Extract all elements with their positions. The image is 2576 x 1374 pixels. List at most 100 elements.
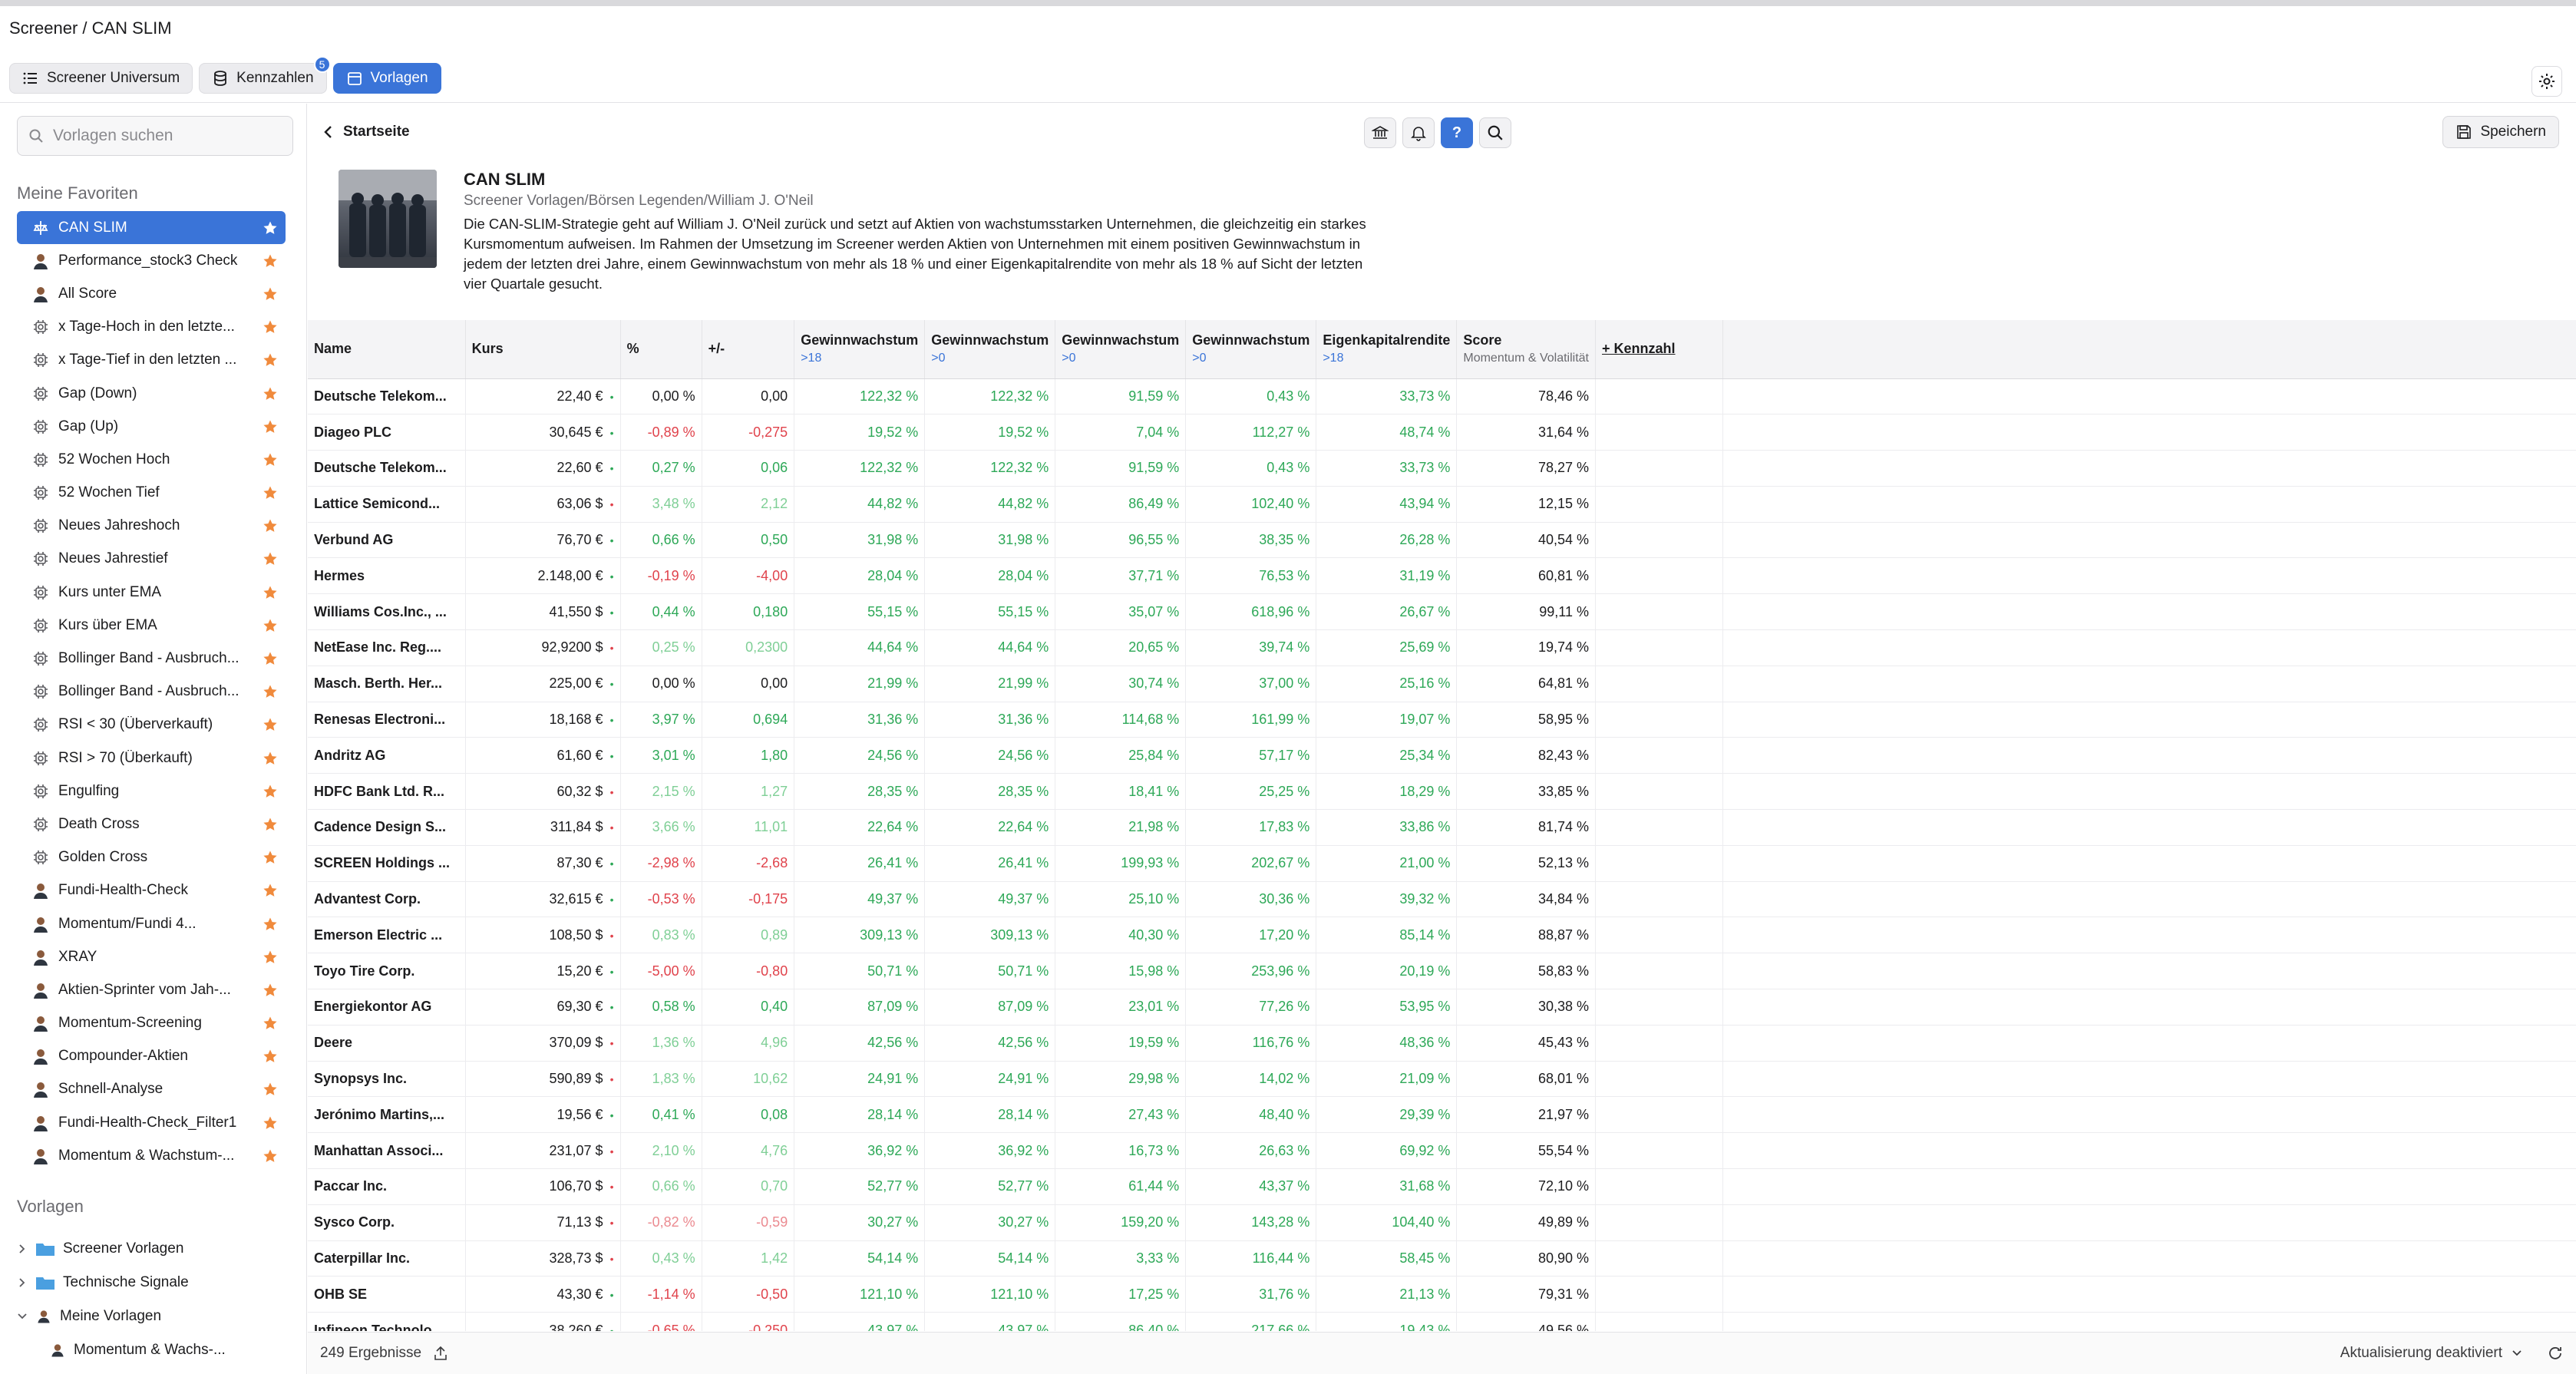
star-icon[interactable]	[263, 585, 278, 600]
star-icon[interactable]	[263, 1016, 278, 1031]
favorite-item[interactable]: XRAY	[17, 940, 286, 973]
star-icon[interactable]	[263, 950, 278, 965]
cell-name[interactable]: Synopsys Inc.	[308, 1061, 466, 1098]
table-row[interactable]: Diageo PLC 30,645 € • -0,89 % -0,275 19,52 % 1…	[308, 414, 2576, 451]
table-row[interactable]: Lattice Semicond... 63,06 $ • 3,48 % 2,12 44,…	[308, 486, 2576, 523]
favorite-item[interactable]: Compounder-Aktien	[17, 1040, 286, 1073]
star-icon[interactable]	[263, 319, 278, 335]
table-row[interactable]: SCREEN Holdings ... 87,30 € • -2,98 % -2,68 2…	[308, 845, 2576, 882]
back-link[interactable]: Startseite	[323, 124, 410, 140]
cell-name[interactable]: Infineon Technolo...	[308, 1312, 466, 1331]
table-row[interactable]: Masch. Berth. Her... 225,00 € • 0,00 % 0,00 2…	[308, 666, 2576, 702]
column-header[interactable]: + Kennzahl	[1595, 320, 1724, 379]
star-icon[interactable]	[263, 651, 278, 666]
favorite-item[interactable]: Performance_stock3 Check	[17, 244, 286, 277]
table-row[interactable]: Williams Cos.Inc., ... 41,550 $ • 0,44 % 0,1…	[308, 593, 2576, 631]
cell-name[interactable]: Caterpillar Inc.	[308, 1240, 466, 1277]
cell-name[interactable]: Paccar Inc.	[308, 1168, 466, 1205]
cell-name[interactable]: HDFC Bank Ltd. R...	[308, 773, 466, 811]
star-icon[interactable]	[263, 253, 278, 269]
cell-name[interactable]: Diageo PLC	[308, 414, 466, 451]
star-icon[interactable]	[263, 1049, 278, 1064]
star-icon[interactable]	[263, 850, 278, 865]
table-row[interactable]: Deere 370,09 $ • 1,36 % 4,96 42,56 % 42,56 % 19…	[308, 1025, 2576, 1062]
favorite-item[interactable]: Engulfing	[17, 775, 286, 808]
column-header[interactable]: Gewinnwachstum >0	[1185, 320, 1317, 379]
table-row[interactable]: Synopsys Inc. 590,89 $ • 1,83 % 10,62 24,91 %…	[308, 1061, 2576, 1098]
favorite-item[interactable]: Bollinger Band - Ausbruch...	[17, 642, 286, 675]
chevron-down-icon[interactable]	[17, 1311, 28, 1322]
chevron-down-icon[interactable]	[2512, 1348, 2522, 1359]
favorite-item[interactable]: x Tage-Tief in den letzten ...	[17, 344, 286, 377]
chevron-right-icon[interactable]	[17, 1277, 28, 1288]
cell-name[interactable]: Verbund AG	[308, 522, 466, 559]
favorite-item[interactable]: Fundi-Health-Check	[17, 874, 286, 907]
favorite-item[interactable]: Neues Jahrestief	[17, 543, 286, 576]
favorite-item[interactable]: Golden Cross	[17, 841, 286, 874]
table-row[interactable]: Jerónimo Martins,... 19,56 € • 0,41 % 0,08 28…	[308, 1096, 2576, 1134]
cell-name[interactable]: Advantest Corp.	[308, 881, 466, 918]
add-column-button[interactable]: + Kennzahl	[1602, 341, 1676, 356]
table-row[interactable]: HDFC Bank Ltd. R... 60,32 $ • 2,15 % 1,27 28,…	[308, 773, 2576, 811]
column-header[interactable]: Gewinnwachstum >0	[1055, 320, 1187, 379]
table-row[interactable]: Caterpillar Inc. 328,73 $ • 0,43 % 1,42 54,14…	[308, 1240, 2576, 1277]
table-row[interactable]: Andritz AG 61,60 € • 3,01 % 1,80 24,56 % 24,56…	[308, 737, 2576, 775]
favorite-item[interactable]: RSI < 30 (Überverkauft)	[17, 708, 286, 741]
star-icon[interactable]	[263, 286, 278, 302]
star-icon[interactable]	[263, 386, 278, 401]
table-row[interactable]: Deutsche Telekom... 22,60 € • 0,27 % 0,06 122…	[308, 450, 2576, 487]
favorite-item[interactable]: Bollinger Band - Ausbruch...	[17, 675, 286, 708]
table-row[interactable]: Infineon Technolo... 38,260 € • -0,65 % -0,2…	[308, 1312, 2576, 1331]
star-icon[interactable]	[263, 883, 278, 898]
column-header[interactable]: Name	[308, 320, 466, 379]
favorite-item[interactable]: x Tage-Hoch in den letzte...	[17, 311, 286, 344]
favorite-item[interactable]: Momentum-Screening	[17, 1007, 286, 1040]
column-header[interactable]: +/-	[702, 320, 795, 379]
cell-name[interactable]: Deutsche Telekom...	[308, 378, 466, 415]
table-row[interactable]: Toyo Tire Corp. 15,20 € • -5,00 % -0,80 50,71…	[308, 953, 2576, 990]
favorite-item[interactable]: Death Cross	[17, 808, 286, 841]
star-icon[interactable]	[263, 1082, 278, 1097]
star-icon[interactable]	[263, 220, 278, 236]
cell-name[interactable]: Cadence Design S...	[308, 809, 466, 846]
cell-name[interactable]: Deere	[308, 1025, 466, 1062]
favorite-item[interactable]: 52 Wochen Tief	[17, 477, 286, 510]
cell-name[interactable]: SCREEN Holdings ...	[308, 845, 466, 882]
cell-name[interactable]: Lattice Semicond...	[308, 486, 466, 523]
cell-name[interactable]: Manhattan Associ...	[308, 1132, 466, 1170]
search-button[interactable]	[1479, 117, 1511, 148]
cell-name[interactable]: Masch. Berth. Her...	[308, 666, 466, 702]
save-button[interactable]: Speichern	[2442, 116, 2559, 148]
favorite-item[interactable]: Fundi-Health-Check_Filter1	[17, 1106, 286, 1139]
star-icon[interactable]	[263, 551, 278, 566]
star-icon[interactable]	[263, 452, 278, 467]
column-header[interactable]: %	[620, 320, 702, 379]
favorite-item[interactable]: Kurs unter EMA	[17, 576, 286, 609]
tree-item[interactable]: Technische Signale	[17, 1266, 293, 1300]
cell-name[interactable]: Energiekontor AG	[308, 989, 466, 1026]
search-input[interactable]: Vorlagen suchen	[17, 116, 293, 156]
favorite-item[interactable]: Aktien-Sprinter vom Jah-...	[17, 973, 286, 1006]
update-status-select[interactable]: Aktualisierung deaktiviert	[2340, 1345, 2502, 1362]
table-row[interactable]: Emerson Electric ... 108,50 $ • 0,83 % 0,89 3…	[308, 917, 2576, 954]
favorite-item[interactable]: All Score	[17, 277, 286, 310]
institution-button[interactable]	[1364, 117, 1396, 148]
star-icon[interactable]	[263, 419, 278, 434]
chevron-right-icon[interactable]	[17, 1244, 28, 1254]
table-row[interactable]: NetEase Inc. Reg.... 92,9200 $ • 0,25 % 0,23…	[308, 629, 2576, 666]
alert-button[interactable]	[1402, 117, 1435, 148]
star-icon[interactable]	[263, 1115, 278, 1131]
star-icon[interactable]	[263, 717, 278, 732]
favorite-item[interactable]: Kurs über EMA	[17, 609, 286, 642]
table-row[interactable]: Energiekontor AG 69,30 € • 0,58 % 0,40 87,09 …	[308, 989, 2576, 1026]
cell-name[interactable]: OHB SE	[308, 1276, 466, 1313]
table-row[interactable]: Sysco Corp. 71,13 $ • -0,82 % -0,59 30,27 % 30…	[308, 1204, 2576, 1241]
column-header[interactable]: Gewinnwachstum >18	[794, 320, 926, 379]
column-header[interactable]: Eigenkapitalrendite >18	[1316, 320, 1458, 379]
table-row[interactable]: Hermes 2.148,00 € • -0,19 % -4,00 28,04 % 28,0…	[308, 557, 2576, 595]
cell-name[interactable]: Emerson Electric ...	[308, 917, 466, 954]
cell-name[interactable]: NetEase Inc. Reg....	[308, 629, 466, 666]
table-row[interactable]: Renesas Electroni... 18,168 € • 3,97 % 0,694…	[308, 702, 2576, 738]
table-row[interactable]: Manhattan Associ... 231,07 $ • 2,10 % 4,76 36…	[308, 1132, 2576, 1170]
table-row[interactable]: OHB SE 43,30 € • -1,14 % -0,50 121,10 % 121,10…	[308, 1276, 2576, 1313]
